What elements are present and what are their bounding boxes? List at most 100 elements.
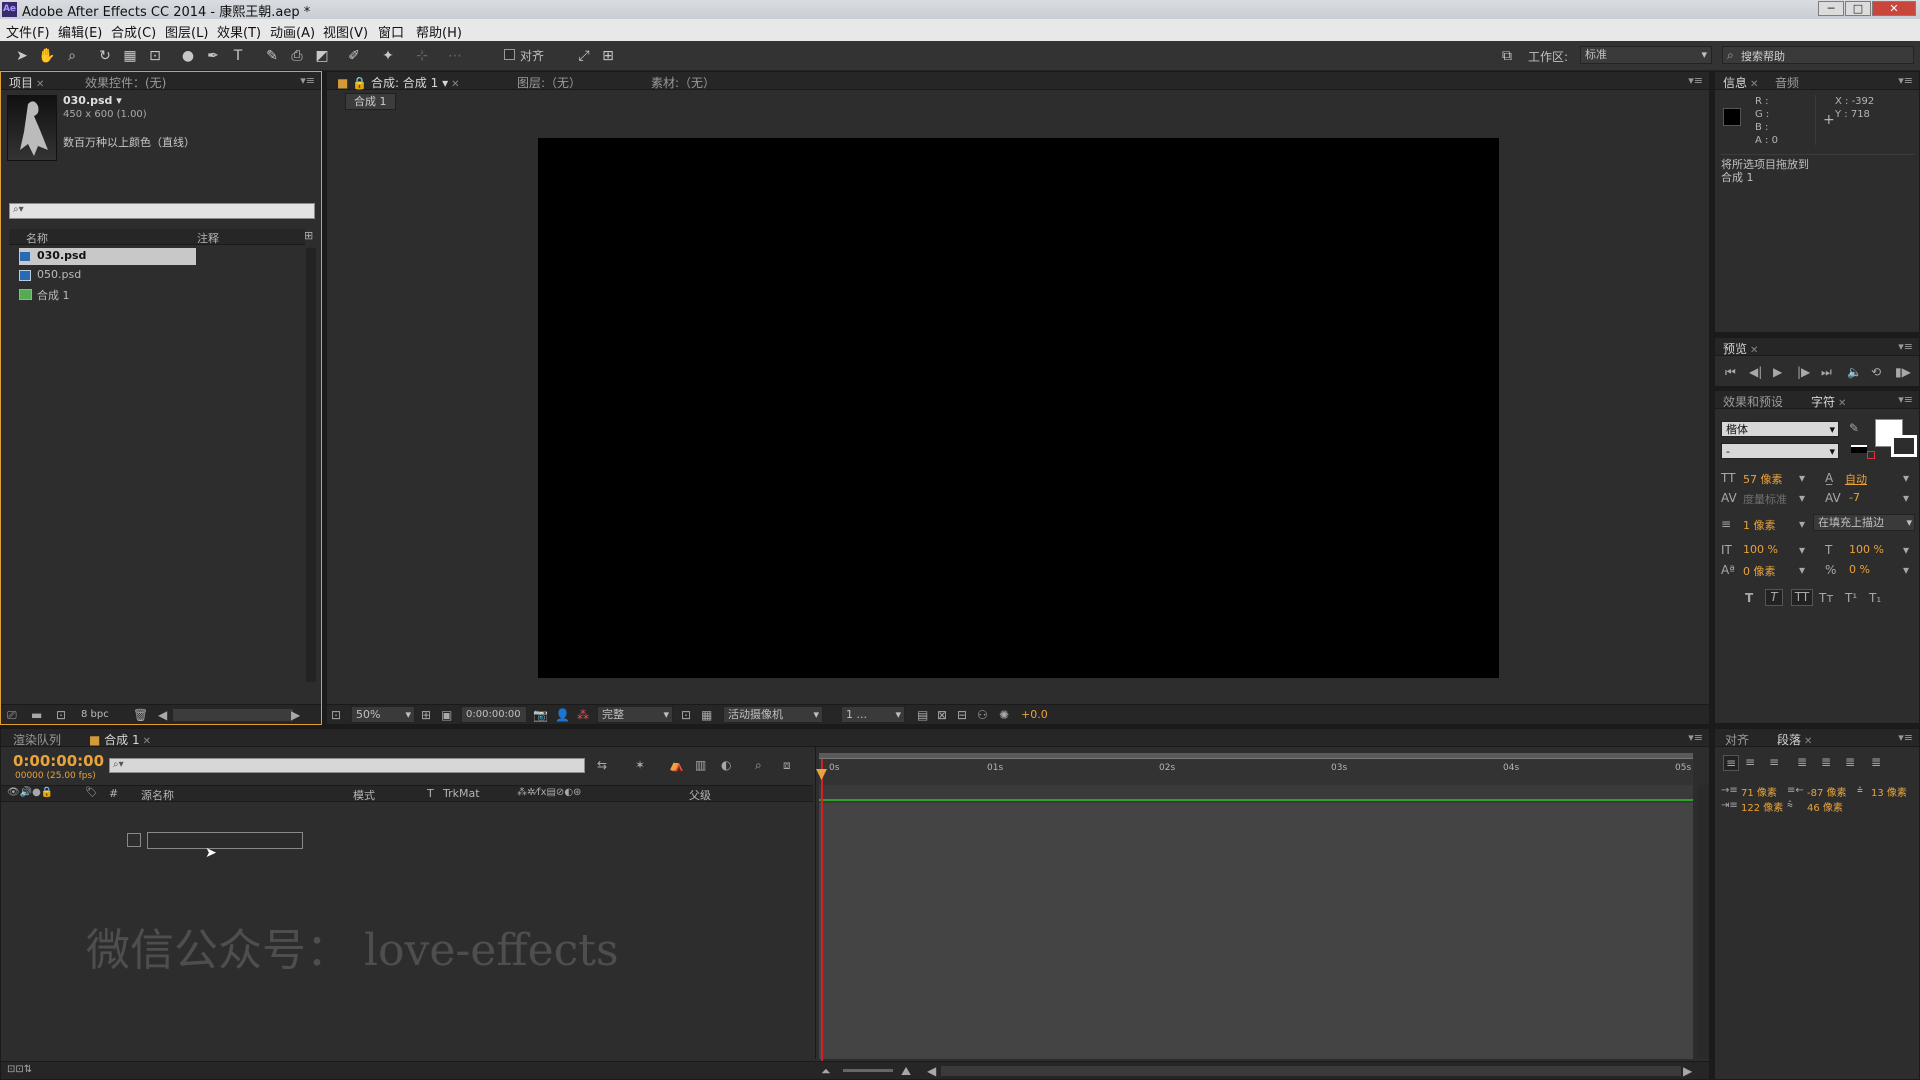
justify-center-icon[interactable]: ≣ bbox=[1821, 755, 1831, 769]
tab-layer[interactable]: 图层:（无） bbox=[517, 74, 581, 91]
first-frame-icon[interactable]: ⏮ bbox=[1725, 365, 1736, 380]
superscript-icon[interactable]: T¹ bbox=[1845, 591, 1857, 605]
list-item[interactable]: 050.psd bbox=[19, 267, 299, 284]
scroll-right-icon[interactable]: ▶ bbox=[291, 708, 300, 722]
chevron-down-icon[interactable]: ▾ bbox=[1799, 543, 1805, 557]
tab-render-queue[interactable]: 渲染队列 bbox=[13, 731, 61, 748]
tab-paragraph[interactable]: 段落 ✕ bbox=[1777, 731, 1812, 748]
indent-left-value[interactable]: 71 像素 bbox=[1741, 784, 1777, 799]
indent-right-value[interactable]: -87 像素 bbox=[1807, 784, 1847, 799]
chevron-down-icon[interactable]: ▾ bbox=[1903, 471, 1909, 485]
stroke-width-value[interactable]: 1 像素 bbox=[1743, 517, 1776, 533]
no-color-swatch[interactable] bbox=[1867, 451, 1875, 459]
space-after-value[interactable]: 46 像素 bbox=[1807, 799, 1843, 814]
menu-edit[interactable]: 编辑(E) bbox=[58, 22, 102, 41]
next-frame-icon[interactable]: |▶ bbox=[1797, 365, 1810, 379]
transparency-grid-icon[interactable]: ▦ bbox=[701, 708, 712, 722]
menu-composition[interactable]: 合成(C) bbox=[111, 22, 156, 41]
flowchart-icon[interactable]: ⚇ bbox=[977, 708, 988, 722]
tsume-value[interactable]: 0 % bbox=[1849, 563, 1870, 576]
interpret-footage-icon[interactable]: ⎚ bbox=[7, 708, 17, 723]
menu-file[interactable]: 文件(F) bbox=[6, 22, 50, 41]
leading-value[interactable]: 自动 bbox=[1845, 471, 1867, 487]
space-before-value[interactable]: 13 像素 bbox=[1871, 784, 1907, 799]
comp-mini-flowchart-icon[interactable]: ⇆ bbox=[597, 758, 607, 772]
pan-behind-tool-icon[interactable]: ⊡ bbox=[145, 47, 165, 65]
brush-tool-icon[interactable]: ✎ bbox=[262, 47, 282, 65]
subscript-icon[interactable]: T₁ bbox=[1869, 591, 1881, 605]
eyedropper-icon[interactable]: ✎ bbox=[1849, 421, 1859, 435]
all-caps-icon[interactable]: TT bbox=[1791, 589, 1813, 606]
panel-menu-icon[interactable]: ▾≡ bbox=[1898, 731, 1913, 744]
layer-name-input[interactable] bbox=[147, 832, 303, 849]
horizontal-scale-value[interactable]: 100 % bbox=[1849, 543, 1884, 556]
tab-comp[interactable]: ■ 合成 1 ✕ bbox=[89, 731, 151, 748]
panel-menu-icon[interactable]: ▾≡ bbox=[1898, 393, 1913, 406]
composition-canvas[interactable] bbox=[538, 138, 1499, 678]
trash-icon[interactable]: 🗑 bbox=[133, 708, 148, 722]
playhead-line[interactable] bbox=[821, 759, 823, 1061]
menu-window[interactable]: 窗口 bbox=[378, 22, 404, 41]
audio-icon[interactable]: 🔈 bbox=[1847, 365, 1862, 379]
rotate-tool-icon[interactable]: ↻ bbox=[95, 47, 115, 65]
list-item[interactable]: 合成 1 bbox=[19, 286, 299, 303]
panel-menu-icon[interactable]: ▾≡ bbox=[1898, 74, 1913, 87]
zoom-slider[interactable] bbox=[843, 1069, 893, 1072]
chevron-down-icon[interactable]: ▾ bbox=[1799, 517, 1805, 531]
ram-preview-icon[interactable]: ▮▶ bbox=[1895, 365, 1911, 379]
panel-menu-icon[interactable]: ▾≡ bbox=[1688, 74, 1703, 87]
chevron-down-icon[interactable]: ▾ bbox=[1799, 471, 1805, 485]
view-layout-select[interactable]: 1 ... ▾ bbox=[841, 706, 905, 723]
project-scrollbar[interactable] bbox=[306, 248, 316, 682]
flowchart-icon[interactable]: ⊞ bbox=[304, 229, 318, 245]
timeline-timecode[interactable]: 0:00:00:00 bbox=[13, 752, 104, 770]
zoom-tool-icon[interactable]: ⌕ bbox=[62, 47, 82, 65]
hand-tool-icon[interactable]: ✋ bbox=[37, 47, 57, 65]
chevron-down-icon[interactable]: ▾ bbox=[1799, 563, 1805, 577]
kerning-value[interactable]: 度量标准 bbox=[1743, 491, 1787, 507]
always-preview-icon[interactable]: ⊡ bbox=[331, 708, 341, 722]
horizontal-scrollbar[interactable] bbox=[941, 1066, 1681, 1076]
zoom-in-icon[interactable]: ⛰ bbox=[901, 1064, 911, 1079]
tracking-value[interactable]: -7 bbox=[1849, 491, 1860, 504]
scroll-right-icon[interactable]: ▶ bbox=[1683, 1064, 1692, 1078]
tab-effect-controls[interactable]: 效果控件：(无) bbox=[85, 74, 166, 91]
align-right-icon[interactable]: ≡ bbox=[1769, 755, 1779, 769]
snap-target-icon[interactable]: ⊞ bbox=[598, 47, 618, 65]
roto-brush-tool-icon[interactable]: ✐ bbox=[344, 47, 364, 65]
selection-tool-icon[interactable]: ➤ bbox=[12, 47, 32, 65]
column-comment[interactable]: 注释 bbox=[197, 230, 219, 246]
safe-zones-icon[interactable]: ⊞ bbox=[421, 708, 431, 722]
panel-menu-icon[interactable]: ▾≡ bbox=[300, 74, 315, 87]
menu-layer[interactable]: 图层(L) bbox=[165, 22, 208, 41]
timeline-search-input[interactable]: ⌕▾ bbox=[109, 758, 585, 773]
color-depth-button[interactable]: 8 bpc bbox=[81, 709, 109, 720]
shy-layers-icon[interactable]: ⛺ bbox=[669, 758, 684, 772]
comp-breadcrumb[interactable]: 合成 1 bbox=[345, 93, 396, 110]
baseline-shift-value[interactable]: 0 像素 bbox=[1743, 563, 1776, 579]
menu-help[interactable]: 帮助(H) bbox=[416, 22, 462, 41]
toggle-pixel-aspect-icon[interactable]: ▤ bbox=[917, 708, 928, 722]
menu-effect[interactable]: 效果(T) bbox=[217, 22, 261, 41]
new-composition-icon[interactable]: ⊡ bbox=[56, 708, 66, 722]
brainstorm-icon[interactable]: ⧈ bbox=[783, 758, 791, 773]
clone-stamp-tool-icon[interactable]: ⎙ bbox=[287, 47, 307, 65]
menu-animation[interactable]: 动画(A) bbox=[270, 22, 315, 41]
tab-info[interactable]: 信息 ✕ bbox=[1723, 74, 1758, 91]
maximize-button[interactable]: □ bbox=[1845, 1, 1871, 16]
minimize-button[interactable]: ─ bbox=[1818, 1, 1844, 16]
faux-italic-icon[interactable]: T bbox=[1765, 589, 1783, 606]
work-area-bar[interactable] bbox=[819, 753, 1693, 759]
camera-tool-icon[interactable]: ▦ bbox=[120, 47, 140, 65]
project-search-input[interactable]: ⌕▾ bbox=[9, 203, 315, 219]
column-name[interactable]: 名称 bbox=[26, 230, 48, 246]
timeline-track-area[interactable] bbox=[819, 803, 1693, 1059]
toggle-switches-icon[interactable]: ⊡⊡⇅ bbox=[7, 1064, 32, 1075]
loop-icon[interactable]: ⟲ bbox=[1871, 365, 1881, 379]
snap-icon[interactable]: ⤢ bbox=[574, 47, 594, 65]
panel-menu-icon[interactable]: ▾≡ bbox=[1688, 731, 1703, 744]
scroll-left-icon[interactable]: ◀ bbox=[158, 708, 167, 722]
tab-project[interactable]: 项目 ✕ bbox=[9, 74, 44, 91]
exposure-value[interactable]: +0.0 bbox=[1021, 708, 1048, 721]
font-family-select[interactable]: 楷体 ▾ bbox=[1721, 421, 1839, 437]
